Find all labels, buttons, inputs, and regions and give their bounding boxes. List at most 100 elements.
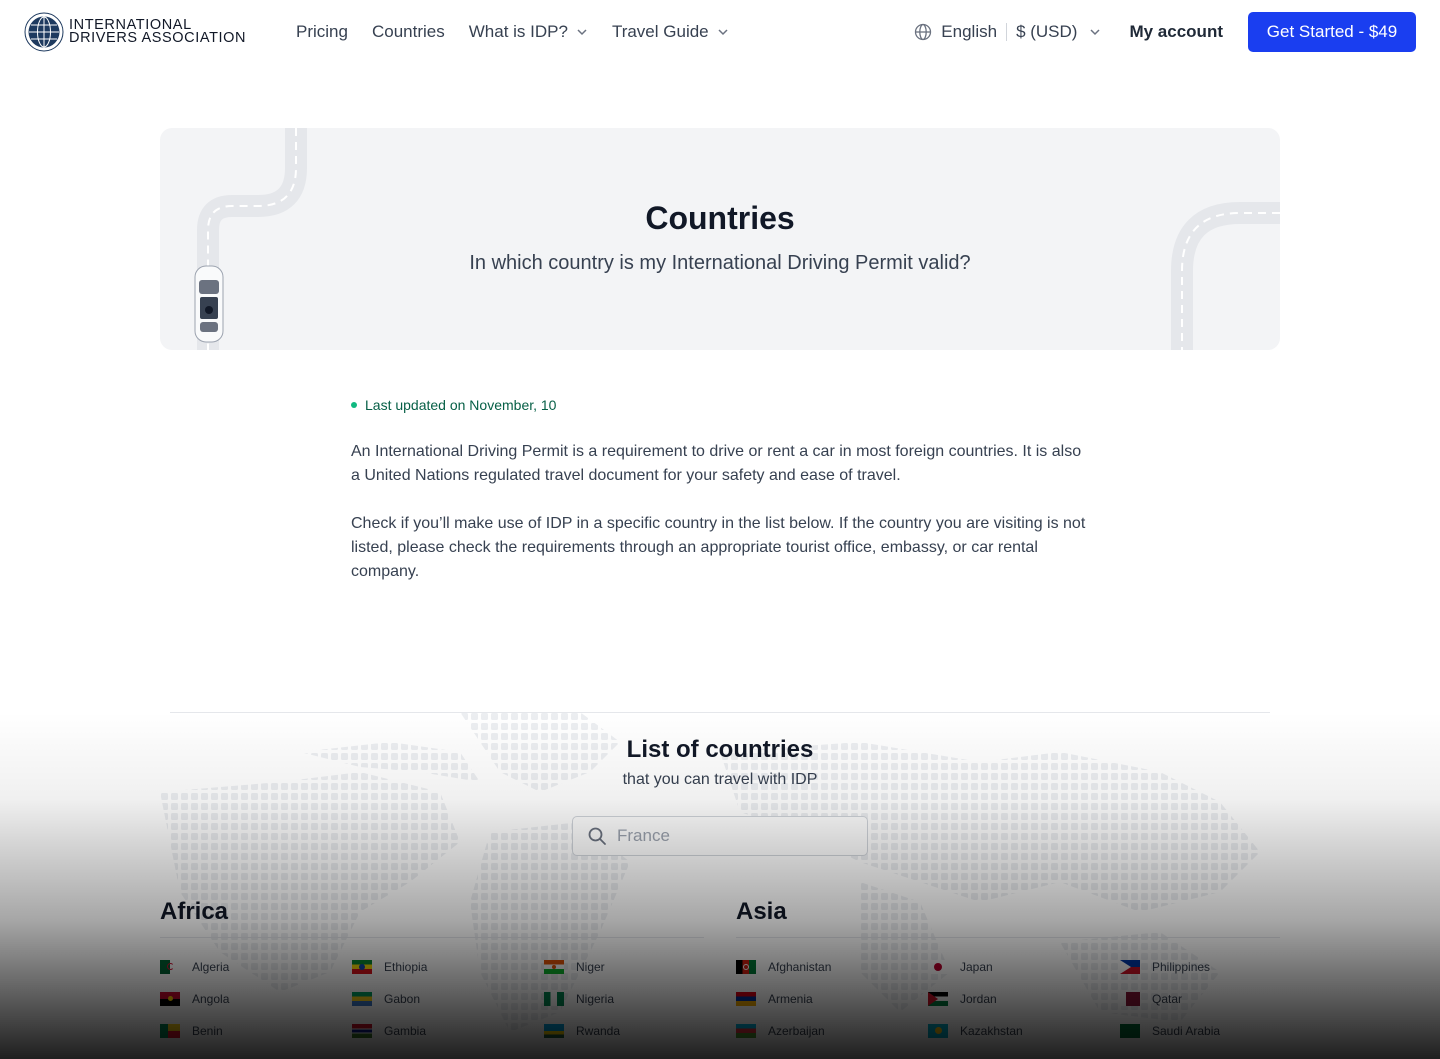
- region-divider: [160, 937, 704, 938]
- country-link-gambia[interactable]: Gambia: [352, 1024, 426, 1038]
- hero-banner: Countries In which country is my Interna…: [160, 128, 1280, 350]
- page-subtitle: In which country is my International Dri…: [469, 252, 971, 274]
- region-africa: Africa Algeria Angola Benin Ethiopia Gab…: [160, 898, 704, 1059]
- region-divider: [736, 937, 1280, 938]
- chevron-down-icon: [577, 29, 587, 36]
- philippines-flag-icon: [1120, 960, 1140, 974]
- country-link-philippines[interactable]: Philippines: [1120, 960, 1210, 974]
- countries-list-title: List of countries: [626, 736, 814, 763]
- currency-label: $ (USD): [1016, 22, 1078, 41]
- divider: [1006, 23, 1008, 41]
- nigeria-flag-icon: [544, 992, 564, 1006]
- country-name: Kazakhstan: [960, 1024, 1023, 1038]
- language-selector[interactable]: English: [914, 22, 997, 42]
- gabon-flag-icon: [352, 992, 372, 1006]
- niger-flag-icon: [544, 960, 564, 974]
- logo-line2: DRIVERS ASSOCIATION: [69, 30, 247, 46]
- nav-label: Pricing: [296, 22, 348, 41]
- intro-paragraph-2: Check if you’ll make use of IDP in a spe…: [351, 515, 1086, 580]
- countries-list-subtitle: that you can travel with IDP: [622, 771, 818, 788]
- country-link-qatar[interactable]: Qatar: [1120, 992, 1182, 1006]
- qatar-flag-icon: [1120, 992, 1140, 1006]
- nav-item-pricing[interactable]: Pricing: [296, 22, 348, 42]
- region-heading: Asia: [736, 898, 787, 925]
- kazakhstan-flag-icon: [928, 1024, 948, 1038]
- last-updated-badge: Last updated on November, 10: [351, 397, 556, 413]
- country-link-rwanda[interactable]: Rwanda: [544, 1024, 620, 1038]
- country-link-benin[interactable]: Benin: [160, 1024, 223, 1038]
- nav-label: Travel Guide: [611, 22, 709, 41]
- my-account-link[interactable]: My account: [1129, 22, 1223, 42]
- country-name: Gambia: [384, 1024, 427, 1038]
- japan-flag-icon: [928, 960, 948, 974]
- country-link-jordan[interactable]: Jordan: [928, 992, 997, 1006]
- country-link-nigeria[interactable]: Nigeria: [544, 992, 614, 1006]
- country-link-azerbaijan[interactable]: Azerbaijan: [736, 1024, 825, 1038]
- country-link-niger[interactable]: Niger: [544, 960, 605, 974]
- country-name: Nigeria: [576, 992, 615, 1006]
- header-right: English $ (USD) My account Get Started -…: [914, 12, 1416, 52]
- country-name: Niger: [576, 960, 605, 974]
- country-search-input[interactable]: [617, 826, 847, 846]
- country-search: [572, 816, 868, 856]
- country-link-gabon[interactable]: Gabon: [352, 992, 420, 1006]
- country-name: Saudi Arabia: [1152, 1024, 1221, 1038]
- get-started-button[interactable]: Get Started - $49: [1248, 12, 1416, 52]
- country-name: Rwanda: [576, 1024, 621, 1038]
- rwanda-flag-icon: [544, 1024, 564, 1038]
- country-link-ethiopia[interactable]: Ethiopia: [352, 960, 427, 974]
- country-name: Algeria: [192, 960, 230, 974]
- ethiopia-flag-icon: [352, 960, 372, 974]
- country-name: Philippines: [1152, 960, 1211, 974]
- country-link-kazakhstan[interactable]: Kazakhstan: [928, 1024, 1023, 1038]
- chevron-down-icon: [1090, 29, 1100, 36]
- car-icon: [194, 265, 224, 343]
- afghanistan-flag-icon: [736, 960, 756, 974]
- country-link-saudi-arabia[interactable]: Saudi Arabia: [1120, 1024, 1220, 1038]
- nav-item-what-is-idp[interactable]: What is IDP?: [469, 22, 588, 42]
- globe-logo-icon: [24, 12, 64, 52]
- currency-selector[interactable]: $ (USD): [1016, 22, 1101, 42]
- country-name: Azerbaijan: [768, 1024, 825, 1038]
- country-grid: Algeria Angola Benin Ethiopia Gabon Gamb…: [160, 960, 704, 1059]
- logo-text: INTERNATIONAL DRIVERS ASSOCIATION: [69, 18, 247, 46]
- search-icon: [588, 827, 606, 845]
- jordan-flag-icon: [928, 992, 948, 1006]
- country-name: Armenia: [768, 992, 813, 1006]
- site-logo[interactable]: INTERNATIONAL DRIVERS ASSOCIATION: [24, 12, 246, 52]
- nav-item-travel-guide[interactable]: Travel Guide: [612, 22, 729, 42]
- country-link-angola[interactable]: Angola: [160, 992, 229, 1006]
- country-name: Benin: [192, 1024, 223, 1038]
- country-name: Qatar: [1152, 992, 1183, 1006]
- country-name: Ethiopia: [384, 960, 428, 974]
- nav-item-countries[interactable]: Countries: [372, 22, 445, 42]
- country-name: Jordan: [960, 992, 997, 1006]
- chevron-down-icon: [718, 29, 728, 36]
- saudi-arabia-flag-icon: [1120, 1024, 1140, 1038]
- country-link-afghanistan[interactable]: Afghanistan: [736, 960, 831, 974]
- azerbaijan-flag-icon: [736, 1024, 756, 1038]
- globe-icon: [915, 23, 932, 41]
- status-dot-icon: [351, 402, 357, 408]
- country-name: Gabon: [384, 992, 421, 1006]
- nav-label: Countries: [371, 22, 445, 41]
- main-nav: Pricing Countries What is IDP? Travel Gu…: [296, 22, 753, 42]
- country-link-armenia[interactable]: Armenia: [736, 992, 813, 1006]
- country-name: Afghanistan: [768, 960, 832, 974]
- country-link-algeria[interactable]: Algeria: [160, 960, 229, 974]
- country-name: Japan: [960, 960, 993, 974]
- algeria-flag-icon: [160, 960, 180, 974]
- country-link-japan[interactable]: Japan: [928, 960, 993, 974]
- road-illustration: [1171, 202, 1280, 350]
- armenia-flag-icon: [736, 992, 756, 1006]
- road-illustration: [194, 128, 307, 350]
- site-header: INTERNATIONAL DRIVERS ASSOCIATION Pricin…: [0, 0, 1440, 66]
- region-asia: Asia Afghanistan Armenia Azerbaijan Japa…: [736, 898, 1280, 1059]
- benin-flag-icon: [160, 1024, 180, 1038]
- page-title: Countries: [645, 200, 795, 236]
- gambia-flag-icon: [352, 1024, 372, 1038]
- country-name: Angola: [192, 992, 230, 1006]
- region-heading: Africa: [160, 898, 229, 925]
- intro-paragraph: An International Driving Permit is a req…: [351, 443, 1082, 484]
- angola-flag-icon: [160, 992, 180, 1006]
